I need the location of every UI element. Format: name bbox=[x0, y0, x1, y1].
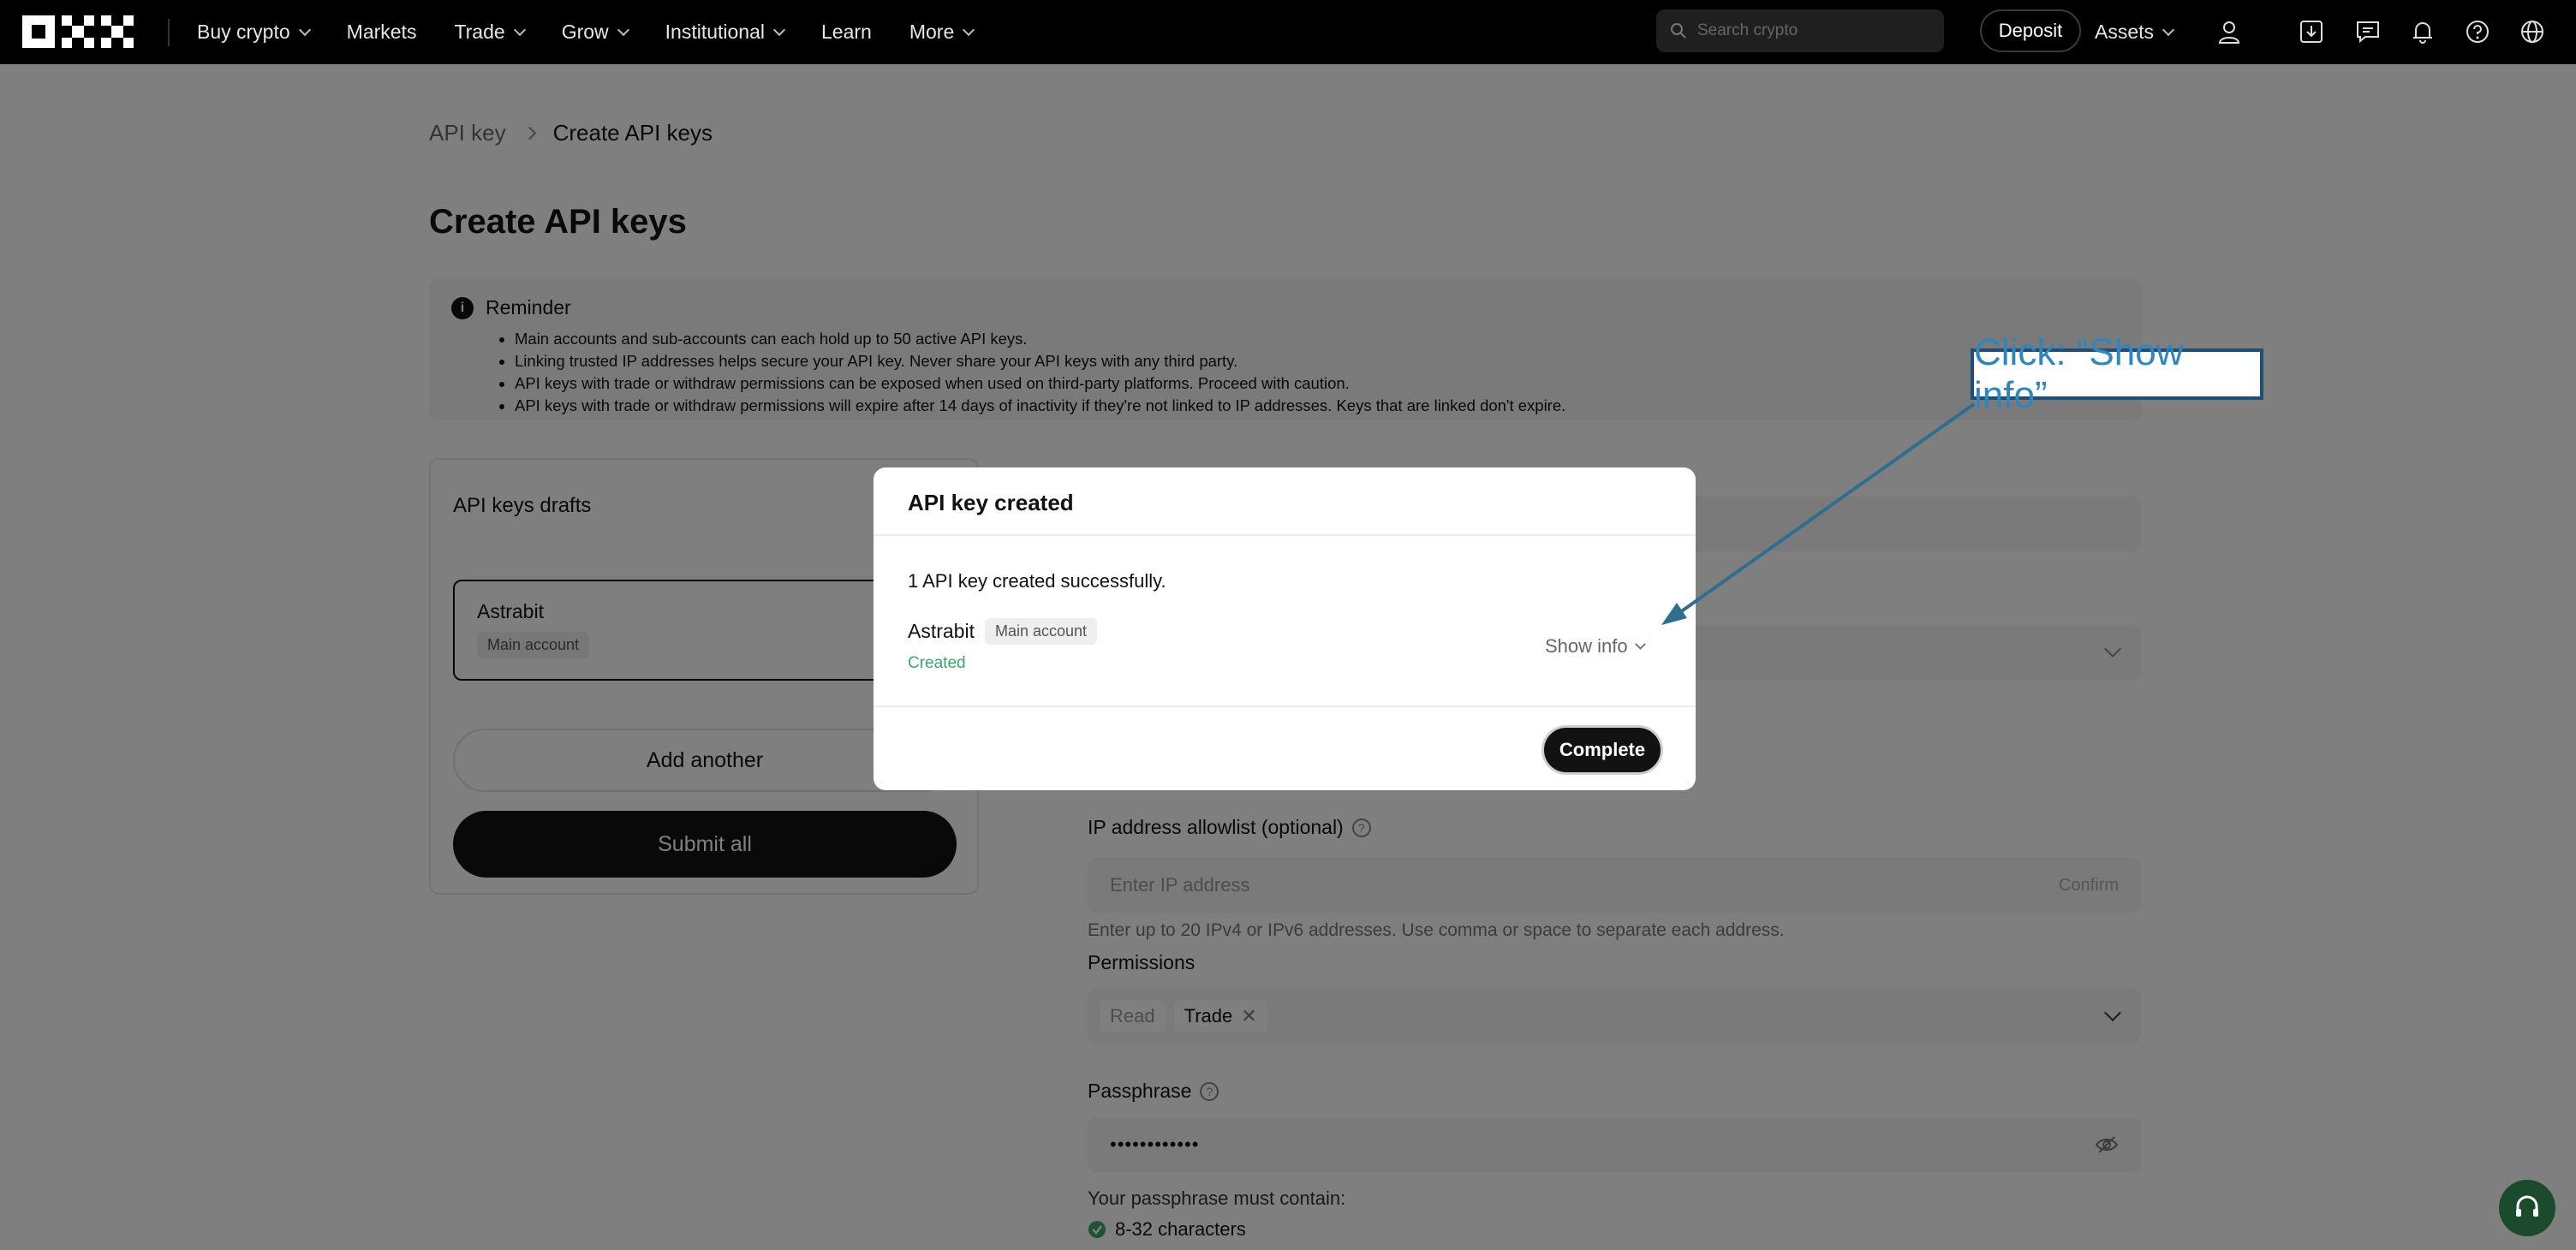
assets-menu[interactable]: Assets bbox=[2095, 0, 2175, 64]
headset-icon bbox=[2516, 1195, 2538, 1217]
status-badge: Created bbox=[908, 654, 966, 672]
chevron-down-icon bbox=[2162, 23, 2175, 36]
chevron-down-icon bbox=[298, 23, 311, 36]
nav-trade[interactable]: Trade bbox=[454, 21, 526, 44]
top-navbar: Buy crypto Markets Trade Grow Institutio… bbox=[0, 0, 2576, 64]
success-message: 1 API key created successfully. bbox=[908, 570, 1166, 592]
search-box[interactable] bbox=[1656, 9, 1944, 52]
bell-icon[interactable] bbox=[2408, 17, 2437, 46]
chevron-down-icon bbox=[963, 23, 975, 36]
nav-more[interactable]: More bbox=[909, 21, 975, 44]
message-icon[interactable] bbox=[2353, 17, 2382, 46]
search-input[interactable] bbox=[1697, 21, 1929, 40]
globe-icon[interactable] bbox=[2518, 17, 2547, 46]
account-tag: Main account bbox=[984, 618, 1098, 645]
search-icon bbox=[1671, 23, 1686, 39]
nav-institutional[interactable]: Institutional bbox=[665, 21, 786, 44]
logo-divider bbox=[168, 19, 170, 46]
chevron-down-icon bbox=[513, 23, 526, 36]
download-icon[interactable] bbox=[2297, 17, 2326, 46]
key-name: Astrabit bbox=[908, 620, 975, 642]
help-icon[interactable] bbox=[2463, 17, 2492, 46]
chevron-down-icon bbox=[772, 23, 786, 36]
chevron-down-icon bbox=[1634, 638, 1646, 650]
modal-title: API key created bbox=[874, 467, 1696, 536]
created-key-row: Astrabit Main account bbox=[908, 618, 1098, 645]
api-key-created-modal: API key created 1 API key created succes… bbox=[874, 467, 1696, 790]
main-nav: Buy crypto Markets Trade Grow Institutio… bbox=[197, 0, 975, 64]
nav-buy-crypto[interactable]: Buy crypto bbox=[197, 21, 311, 44]
chevron-down-icon bbox=[617, 23, 629, 36]
support-chat-button[interactable] bbox=[2499, 1180, 2555, 1236]
nav-grow[interactable]: Grow bbox=[562, 21, 629, 44]
nav-markets[interactable]: Markets bbox=[347, 21, 417, 44]
show-info-button[interactable]: Show info bbox=[1545, 635, 1646, 658]
okx-logo[interactable] bbox=[22, 15, 134, 48]
nav-learn[interactable]: Learn bbox=[821, 21, 872, 44]
annotation-label: Click: “Show info” bbox=[1971, 331, 2263, 416]
user-icon[interactable] bbox=[2215, 17, 2244, 46]
modal-body: 1 API key created successfully. Astrabit… bbox=[874, 536, 1696, 707]
complete-button[interactable]: Complete bbox=[1541, 725, 1663, 775]
deposit-button[interactable]: Deposit bbox=[1980, 9, 2081, 52]
